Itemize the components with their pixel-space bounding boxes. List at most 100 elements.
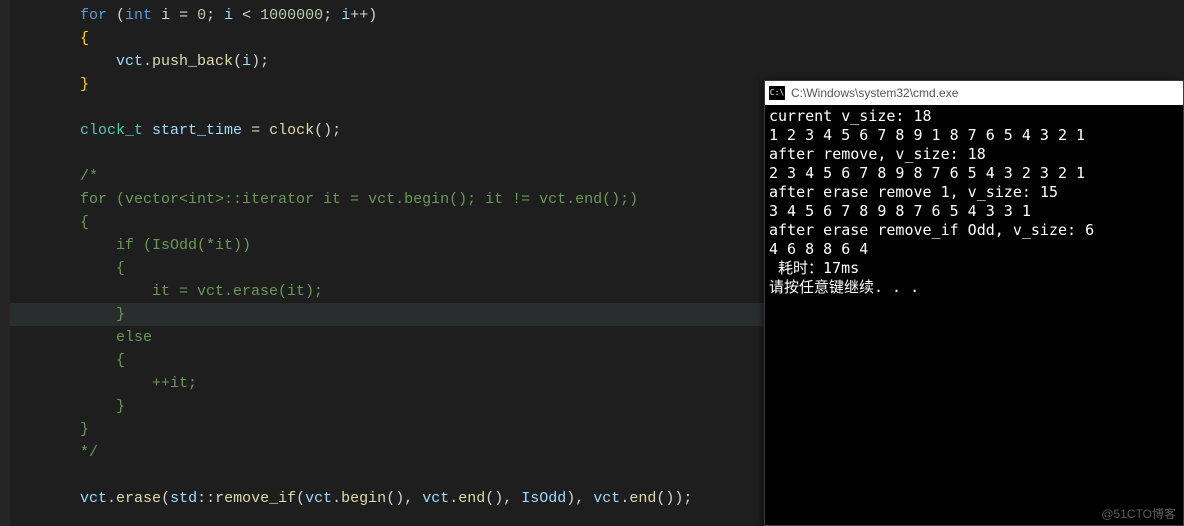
code-line[interactable]: else — [0, 326, 764, 349]
token-punc: . — [143, 53, 152, 70]
token-cmt: ++it; — [152, 375, 197, 392]
code-line[interactable]: } — [0, 395, 764, 418]
token-punc: (); — [314, 122, 341, 139]
token-num: 1000000 — [260, 7, 323, 24]
console-title: C:\Windows\system32\cmd.exe — [791, 86, 958, 100]
token-var: i — [341, 7, 350, 24]
token-key: for — [80, 7, 107, 24]
console-titlebar[interactable]: C:\ C:\Windows\system32\cmd.exe — [765, 81, 1183, 105]
console-line: 耗时：17ms — [769, 259, 1179, 278]
token-cmt: { — [116, 352, 125, 369]
token-brace: } — [80, 76, 89, 93]
token-punc: ( — [161, 490, 170, 507]
token-cmt: for (vector<int>::iterator it = vct.begi… — [80, 191, 638, 208]
token-var: vct — [305, 490, 332, 507]
token-op — [143, 122, 152, 139]
token-var: vct — [80, 490, 107, 507]
token-cmt: else — [116, 329, 152, 346]
token-cmt: { — [116, 260, 125, 277]
code-line[interactable]: it = vct.erase(it); — [0, 280, 764, 303]
token-var: i — [242, 53, 251, 70]
token-brace: { — [80, 30, 89, 47]
code-line[interactable]: ++it; — [0, 372, 764, 395]
token-var: std — [170, 490, 197, 507]
console-body[interactable]: current v_size: 181 2 3 4 5 6 7 8 9 1 8 … — [765, 105, 1183, 299]
code-line[interactable]: } — [0, 73, 764, 96]
code-line[interactable]: vct.push_back(i); — [0, 50, 764, 73]
token-op: = — [242, 122, 269, 139]
code-editor[interactable]: for (int i = 0; i < 1000000; i++) { vct.… — [0, 0, 764, 526]
token-fn: erase — [116, 490, 161, 507]
editor-gutter — [0, 0, 10, 526]
token-cmt: */ — [80, 444, 98, 461]
token-punc: ; — [206, 7, 224, 24]
code-line[interactable]: clock_t start_time = clock(); — [0, 119, 764, 142]
token-fn: remove_if — [215, 490, 296, 507]
token-var: vct — [116, 53, 143, 70]
console-window: C:\ C:\Windows\system32\cmd.exe current … — [764, 80, 1184, 526]
token-op: i — [152, 7, 179, 24]
token-fn: end — [629, 490, 656, 507]
token-punc: ( — [107, 7, 125, 24]
token-var: i — [224, 7, 233, 24]
code-line[interactable]: { — [0, 211, 764, 234]
token-punc: . — [107, 490, 116, 507]
token-punc: (), — [386, 490, 422, 507]
code-line[interactable] — [0, 96, 764, 119]
token-key: int — [125, 7, 152, 24]
console-line: 请按任意键继续. . . — [769, 278, 1179, 297]
token-op: ++ — [350, 7, 368, 24]
editor-overflow-bg — [764, 0, 1184, 80]
token-cmt: } — [116, 398, 125, 415]
token-cmt: it = vct.erase(it); — [152, 283, 323, 300]
code-line[interactable]: } — [0, 303, 764, 326]
code-line[interactable]: */ — [0, 441, 764, 464]
token-punc: ) — [368, 7, 377, 24]
console-line: after erase remove_if Odd, v_size: 6 — [769, 221, 1179, 240]
token-punc: . — [449, 490, 458, 507]
console-line: 4 6 8 8 6 4 — [769, 240, 1179, 259]
console-line: 1 2 3 4 5 6 7 8 9 1 8 7 6 5 4 3 2 1 — [769, 126, 1179, 145]
console-line: after remove, v_size: 18 — [769, 145, 1179, 164]
code-line[interactable]: for (int i = 0; i < 1000000; i++) — [0, 4, 764, 27]
token-punc: ( — [233, 53, 242, 70]
code-line[interactable] — [0, 464, 764, 487]
code-line[interactable]: for (vector<int>::iterator it = vct.begi… — [0, 188, 764, 211]
console-line: current v_size: 18 — [769, 107, 1179, 126]
token-var: start_time — [152, 122, 242, 139]
token-punc: ; — [323, 7, 341, 24]
console-line: 2 3 4 5 6 7 8 9 8 7 6 5 4 3 2 3 2 1 — [769, 164, 1179, 183]
code-body[interactable]: for (int i = 0; i < 1000000; i++) { vct.… — [0, 4, 764, 510]
token-op: = — [179, 7, 188, 24]
code-line[interactable] — [0, 142, 764, 165]
console-line: after erase remove 1, v_size: 15 — [769, 183, 1179, 202]
token-cmt: } — [80, 421, 89, 438]
code-line[interactable]: vct.erase(std::remove_if(vct.begin(), vc… — [0, 487, 764, 510]
token-type: clock_t — [80, 122, 143, 139]
token-punc: . — [620, 490, 629, 507]
code-line[interactable]: } — [0, 418, 764, 441]
code-line[interactable]: { — [0, 27, 764, 50]
token-fn: push_back — [152, 53, 233, 70]
code-line[interactable]: if (IsOdd(*it)) — [0, 234, 764, 257]
token-fn: begin — [341, 490, 386, 507]
token-punc: :: — [197, 490, 215, 507]
token-punc: ); — [251, 53, 269, 70]
token-cmt: } — [116, 306, 125, 323]
cmd-icon: C:\ — [769, 86, 785, 100]
code-line[interactable]: /* — [0, 165, 764, 188]
token-punc: ( — [296, 490, 305, 507]
token-punc: . — [332, 490, 341, 507]
token-var: vct — [593, 490, 620, 507]
token-fn: clock — [269, 122, 314, 139]
token-var: IsOdd — [521, 490, 566, 507]
token-cmt: /* — [80, 168, 98, 185]
code-line[interactable]: { — [0, 349, 764, 372]
token-punc: (), — [485, 490, 521, 507]
console-line: 3 4 5 6 7 8 9 8 7 6 5 4 3 3 1 — [769, 202, 1179, 221]
code-line[interactable]: { — [0, 257, 764, 280]
token-num: 0 — [197, 7, 206, 24]
watermark: @51CTO博客 — [1101, 505, 1176, 522]
token-punc: ), — [566, 490, 593, 507]
token-fn: end — [458, 490, 485, 507]
